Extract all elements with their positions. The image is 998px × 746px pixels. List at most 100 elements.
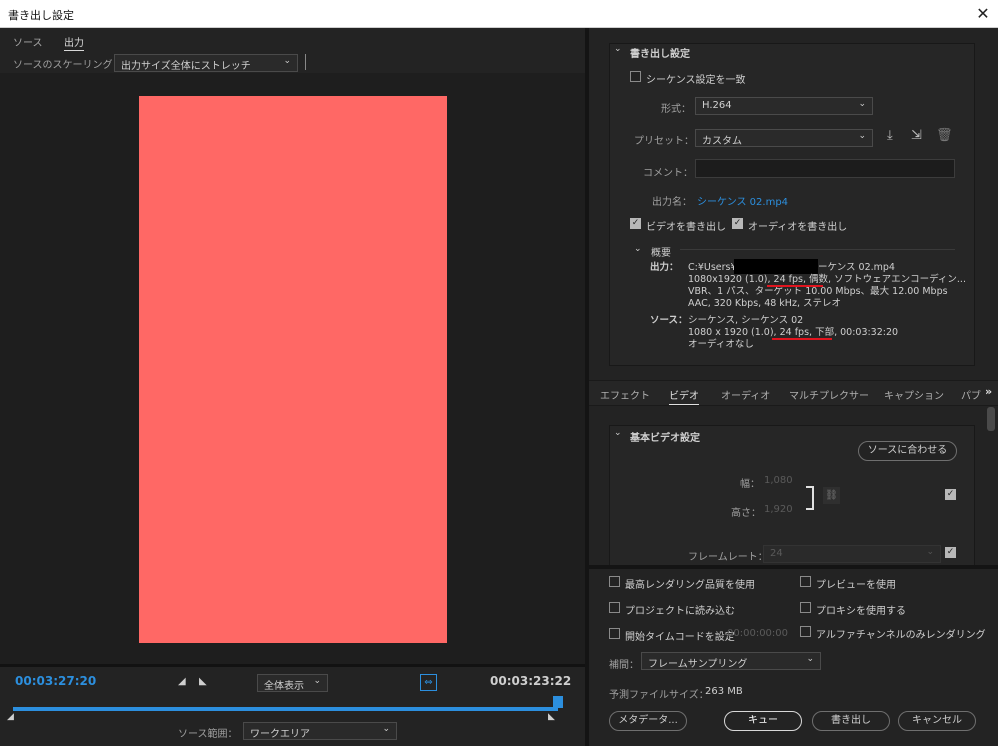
source-range-dropdown[interactable]: ワークエリア ⌄: [243, 722, 397, 740]
mark-in-icon[interactable]: ◢: [178, 676, 186, 687]
width-label: 幅：: [740, 479, 760, 490]
delete-preset-icon[interactable]: 🗑: [936, 128, 953, 143]
match-source-button[interactable]: ソースに合わせる: [858, 441, 957, 461]
scrollbar-thumb[interactable]: [987, 407, 995, 431]
tab-effects[interactable]: エフェクト: [600, 387, 650, 402]
import-project-checkbox[interactable]: [609, 602, 620, 614]
aspect-ratio-icon[interactable]: ⇔: [420, 674, 437, 691]
start-timecode-checkbox[interactable]: [609, 628, 620, 640]
checkmark-icon: ✓: [732, 218, 743, 229]
start-timecode-label: 開始タイムコードを設定: [625, 632, 735, 643]
filesize-label: 予測ファイルサイズ：: [609, 690, 709, 701]
basic-video-title: 基本ビデオ設定: [630, 433, 700, 444]
mark-out-icon[interactable]: ◣: [199, 676, 207, 687]
red-underline-annotation: [772, 338, 832, 340]
checkmark-icon: ✓: [945, 489, 956, 500]
collapse-icon[interactable]: ⌄: [614, 428, 622, 438]
chevron-down-icon: ⌄: [313, 676, 321, 686]
output-name-link[interactable]: シーケンス 02.mp4: [697, 193, 788, 208]
tab-video[interactable]: ビデオ: [669, 387, 699, 405]
checkmark-icon: ✓: [630, 218, 641, 229]
chevron-down-icon: ⌄: [858, 131, 866, 141]
output-name-label: 出力名：: [652, 197, 692, 208]
export-video-label: ビデオを書き出し: [646, 222, 726, 233]
export-audio-checkbox[interactable]: ✓: [732, 218, 743, 230]
current-timecode[interactable]: 00:03:27:20: [15, 674, 96, 688]
collapse-icon[interactable]: ⌄: [634, 244, 642, 254]
tab-multiplexer[interactable]: マルチプレクサー: [789, 387, 869, 402]
source-summary-label: ソース：: [650, 315, 688, 326]
format-value: H.264: [702, 100, 732, 111]
match-sequence-checkbox[interactable]: [630, 71, 641, 83]
frame-rate-label: フレームレート：: [688, 552, 768, 563]
output-summary-label: 出力：: [650, 262, 679, 273]
width-value: 1,080: [764, 475, 793, 486]
alpha-only-label: アルファチャンネルのみレンダリング: [816, 630, 986, 641]
max-quality-label: 最高レンダリング品質を使用: [625, 580, 755, 591]
checkbox-icon: [609, 628, 620, 639]
output-path-suffix: ーケンス 02.mp4: [818, 262, 895, 273]
source-range-label: ソース範囲：: [178, 729, 238, 740]
out-point-marker[interactable]: ◣: [548, 712, 555, 722]
use-proxy-label: プロキシを使用する: [816, 606, 906, 617]
timeline-bar[interactable]: [13, 707, 558, 711]
format-dropdown[interactable]: H.264 ⌄: [695, 97, 873, 115]
more-tabs-icon[interactable]: »: [985, 385, 992, 398]
export-video-checkbox[interactable]: ✓: [630, 218, 641, 230]
export-button[interactable]: 書き出し: [812, 711, 890, 731]
chevron-down-icon: ⌄: [283, 56, 291, 66]
checkbox-icon: [800, 576, 811, 587]
alpha-only-checkbox[interactable]: [800, 626, 811, 638]
in-point-marker[interactable]: ◢: [7, 712, 14, 722]
tab-output[interactable]: 出力: [64, 34, 84, 51]
frame-rate-match-checkbox[interactable]: ✓: [945, 547, 956, 559]
zoom-dropdown[interactable]: 全体表示 ⌄: [257, 674, 328, 692]
tab-source[interactable]: ソース: [13, 34, 43, 49]
tab-publish[interactable]: パブ: [961, 387, 981, 402]
chevron-down-icon: ⌄: [926, 547, 934, 557]
zoom-value: 全体表示: [264, 681, 304, 692]
redacted-path: [734, 259, 818, 274]
checkbox-icon: [800, 602, 811, 613]
queue-button[interactable]: キュー: [724, 711, 802, 731]
title-bar: 書き出し設定 ✕: [0, 0, 998, 28]
source-summary-line: オーディオなし: [688, 339, 754, 350]
scaling-dropdown[interactable]: 出力サイズ全体にストレッチ ⌄: [114, 54, 298, 72]
checkbox-icon: [800, 626, 811, 637]
chevron-down-icon: ⌄: [806, 654, 814, 664]
height-label: 高さ：: [731, 508, 761, 519]
save-preset-icon[interactable]: ⤓: [887, 128, 893, 143]
frame-rate-dropdown[interactable]: 24 ⌄: [763, 545, 941, 563]
interpolation-value: フレームサンプリング: [648, 659, 748, 670]
dimensions-match-checkbox[interactable]: ✓: [945, 489, 956, 501]
link-icon[interactable]: ⛓: [823, 487, 840, 504]
output-summary-line: AAC, 320 Kbps, 48 kHz, ステレオ: [688, 298, 841, 309]
scaling-value: 出力サイズ全体にストレッチ: [121, 61, 251, 72]
interpolation-dropdown[interactable]: フレームサンプリング ⌄: [641, 652, 821, 670]
tab-captions[interactable]: キャプション: [884, 387, 944, 402]
max-quality-checkbox[interactable]: [609, 576, 620, 588]
playhead-handle[interactable]: [553, 696, 563, 708]
preset-dropdown[interactable]: カスタム ⌄: [695, 129, 873, 147]
checkmark-icon: ✓: [945, 547, 956, 558]
collapse-icon[interactable]: ⌄: [614, 44, 622, 54]
cancel-button[interactable]: キャンセル: [898, 711, 976, 731]
bottom-divider: [589, 565, 998, 569]
red-underline-annotation: [767, 285, 823, 287]
comment-input[interactable]: [695, 159, 955, 178]
use-proxy-checkbox[interactable]: [800, 602, 811, 614]
interpolation-label: 補間：: [609, 660, 639, 671]
source-range-value: ワークエリア: [250, 729, 310, 740]
checkbox-icon: [609, 602, 620, 613]
filesize-value: 263 MB: [705, 686, 743, 697]
comment-label: コメント：: [643, 168, 693, 179]
source-summary-line: シーケンス, シーケンス 02: [688, 315, 804, 326]
metadata-button[interactable]: メタデータ...: [609, 711, 687, 731]
summary-rule: [680, 249, 955, 250]
video-frame: [139, 96, 447, 643]
import-preset-icon[interactable]: ⇲: [911, 128, 922, 143]
tab-audio[interactable]: オーディオ: [721, 387, 770, 402]
use-preview-checkbox[interactable]: [800, 576, 811, 588]
close-icon[interactable]: ✕: [972, 3, 994, 25]
window-title: 書き出し設定: [8, 9, 74, 22]
